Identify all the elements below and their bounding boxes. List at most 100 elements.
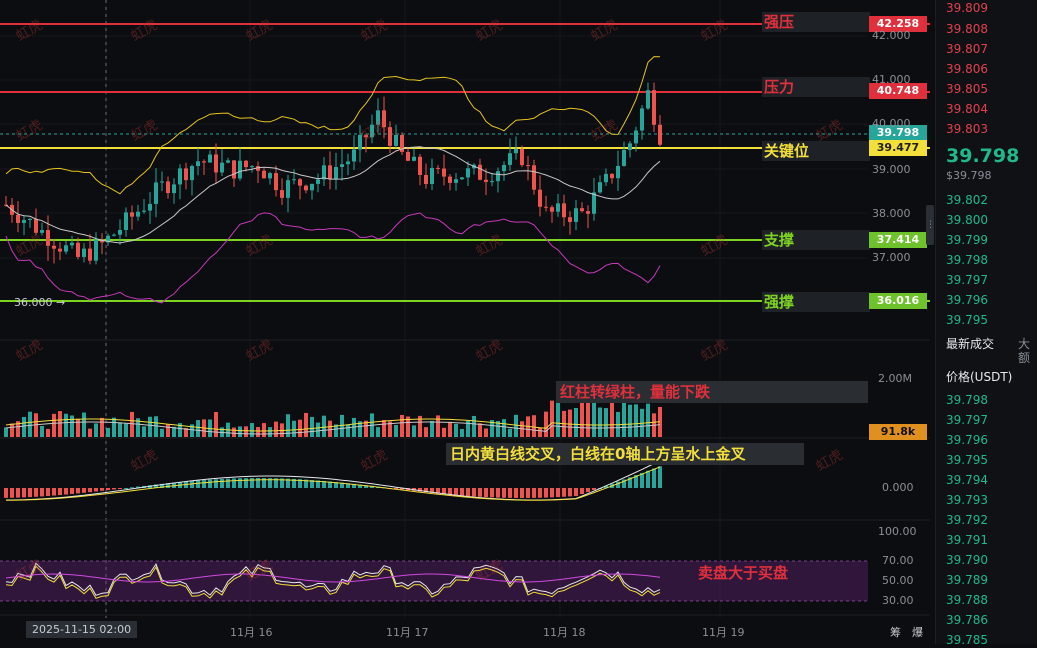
- bid-price[interactable]: 39.800: [946, 213, 988, 227]
- bid-price[interactable]: 39.795: [946, 313, 988, 327]
- volume-bar: [376, 427, 380, 437]
- volume-bar: [70, 415, 74, 437]
- candle-body: [160, 181, 164, 183]
- ask-price[interactable]: 39.806: [946, 62, 988, 76]
- candle-body: [322, 165, 326, 180]
- ask-price[interactable]: 39.805: [946, 82, 988, 96]
- candle-body: [508, 153, 512, 165]
- trade-price: 39.791: [946, 533, 988, 547]
- rsi-note: 卖盘大于买盘: [698, 564, 789, 582]
- volume-note: 红柱转绿柱，量能下跌: [556, 381, 868, 403]
- panel-resize-handle[interactable]: ⋮: [926, 205, 935, 245]
- x-tick: 11月 18: [543, 626, 586, 639]
- candle-body: [58, 248, 62, 252]
- candle-body: [538, 189, 542, 207]
- low-marker-label: 36.000 →: [14, 296, 66, 309]
- bid-price[interactable]: 39.797: [946, 273, 988, 287]
- ask-price[interactable]: 39.804: [946, 102, 988, 116]
- volume-bar: [328, 420, 332, 437]
- volume-bar: [82, 412, 86, 437]
- candle-body: [640, 108, 644, 131]
- macd-bar: [586, 488, 590, 493]
- candle-body: [28, 218, 32, 221]
- candle-body: [634, 130, 638, 144]
- volume-bar: [298, 419, 302, 437]
- candle-body: [94, 239, 98, 261]
- volume-bar: [448, 421, 452, 437]
- candle-body: [70, 242, 74, 246]
- ask-price[interactable]: 39.809: [946, 1, 988, 15]
- candle-body: [40, 230, 44, 233]
- candle-body: [502, 164, 506, 172]
- volume-bar: [610, 400, 614, 437]
- candle-body: [346, 161, 350, 165]
- candle-body: [604, 173, 608, 183]
- candle-body: [292, 179, 296, 181]
- ask-price[interactable]: 39.808: [946, 22, 988, 36]
- candle-body: [514, 148, 518, 154]
- candle-body: [484, 179, 488, 182]
- volume-bar: [262, 423, 266, 437]
- macd-bar: [502, 488, 506, 498]
- candle-body: [646, 90, 650, 109]
- macd-bar: [526, 488, 530, 498]
- volume-bar: [196, 420, 200, 437]
- macd-bar: [538, 488, 542, 498]
- volume-bar: [394, 424, 398, 437]
- candle-body: [562, 203, 566, 218]
- ask-price[interactable]: 39.803: [946, 122, 988, 136]
- macd-bar: [202, 479, 206, 488]
- bid-price[interactable]: 39.799: [946, 233, 988, 247]
- candle-body: [148, 203, 152, 211]
- candle-body: [238, 160, 242, 179]
- volume-bar: [538, 427, 542, 437]
- macd-bar: [454, 488, 458, 496]
- macd-bar: [70, 488, 74, 494]
- candle-body: [268, 173, 272, 179]
- volume-bar: [580, 398, 584, 437]
- volume-bar: [424, 427, 428, 437]
- chips-button[interactable]: 筹: [890, 624, 901, 640]
- bid-price[interactable]: 39.796: [946, 293, 988, 307]
- volume-bar: [100, 417, 104, 437]
- order-book-panel: 39.809 39.808 39.807 39.806 39.805 39.80…: [935, 0, 1037, 647]
- ask-price[interactable]: 39.807: [946, 42, 988, 56]
- tab-latest-trades[interactable]: 最新成交: [946, 337, 994, 351]
- candle-body: [184, 168, 188, 181]
- trade-price: 39.794: [946, 473, 988, 487]
- macd-bar: [226, 478, 230, 488]
- macd-note: 日内黄白线交叉，白线在0轴上方呈水上金叉: [446, 443, 804, 465]
- volume-bar: [460, 428, 464, 437]
- level-label-key: 关键位: [762, 141, 870, 161]
- macd-bar: [130, 487, 134, 489]
- candle-body: [52, 245, 56, 249]
- macd-bar: [106, 488, 110, 491]
- macd-bar: [442, 488, 446, 495]
- trade-price: 39.796: [946, 433, 988, 447]
- candle-body: [166, 181, 170, 194]
- candle-body: [424, 174, 428, 185]
- level-price-support: 37.414: [869, 232, 927, 248]
- volume-bar: [4, 427, 8, 437]
- macd-bar: [64, 488, 68, 495]
- candle-body: [190, 166, 194, 181]
- macd-bar: [562, 488, 566, 497]
- candle-body: [310, 183, 314, 191]
- volume-bar: [382, 420, 386, 437]
- macd-bar: [568, 488, 572, 497]
- volume-bar: [58, 411, 62, 437]
- liquidation-button[interactable]: 爆: [912, 624, 923, 640]
- x-axis-highlight-date: 2025-11-15 02:00: [26, 621, 138, 638]
- macd-bar: [82, 488, 86, 493]
- volume-bar: [250, 423, 254, 437]
- bid-price[interactable]: 39.798: [946, 253, 988, 267]
- volume-bar: [106, 427, 110, 437]
- candle-body: [142, 210, 146, 212]
- candle-body: [556, 203, 560, 212]
- level-label-support: 支撑: [762, 230, 870, 250]
- bid-price[interactable]: 39.802: [946, 193, 988, 207]
- tab-large-trades[interactable]: 大额: [1018, 337, 1037, 365]
- candle-body: [16, 214, 20, 223]
- candle-body: [334, 167, 338, 180]
- macd-bar: [592, 488, 596, 491]
